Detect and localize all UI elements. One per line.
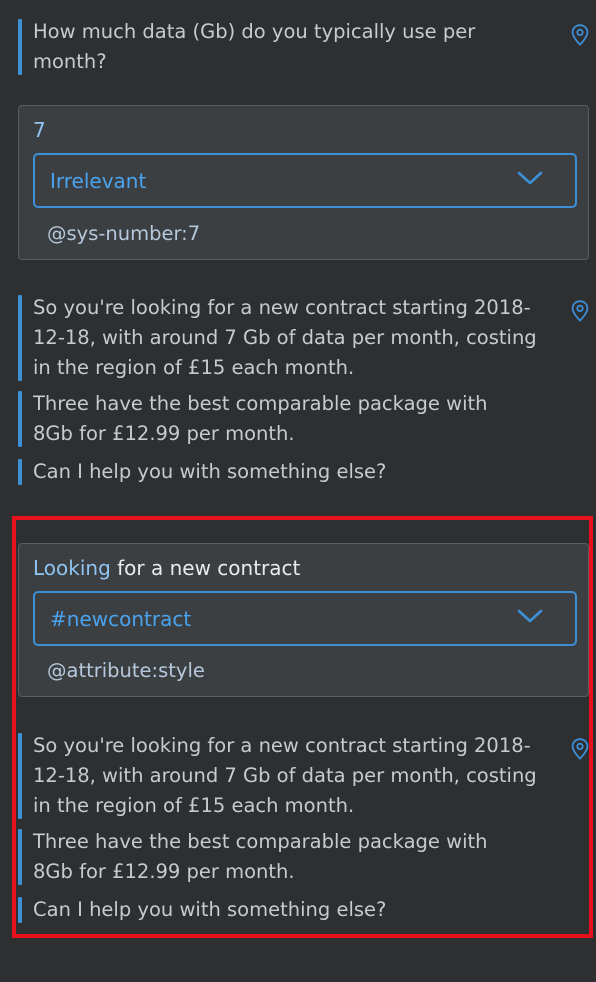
bot-message-summary: So you're looking for a new contract sta… bbox=[18, 293, 553, 383]
message-bar bbox=[18, 829, 22, 885]
location-pin-icon[interactable] bbox=[571, 300, 589, 322]
bot-message-summary: So you're looking for a new contract sta… bbox=[18, 731, 553, 821]
chevron-down-icon[interactable] bbox=[517, 170, 543, 186]
input-rest: for a new contract bbox=[110, 556, 301, 580]
message-bar bbox=[18, 459, 22, 485]
message-text: Can I help you with something else? bbox=[33, 460, 387, 483]
message-bar bbox=[18, 295, 22, 381]
chat-log: How much data (Gb) do you typically use … bbox=[0, 0, 596, 982]
user-input-text: 7 bbox=[33, 118, 46, 142]
user-input-text: Looking for a new contract bbox=[33, 554, 300, 582]
highlighted-word[interactable]: Looking bbox=[33, 556, 111, 580]
entity-label[interactable]: @sys-number:7 bbox=[47, 220, 200, 248]
bot-message-help: Can I help you with something else? bbox=[18, 895, 553, 925]
message-bar bbox=[18, 897, 22, 923]
message-text: Three have the best comparable package w… bbox=[33, 830, 488, 883]
entity-label[interactable]: @attribute:style bbox=[47, 657, 205, 685]
bot-message-offer: Three have the best comparable package w… bbox=[18, 389, 523, 449]
intent-value: #newcontract bbox=[50, 607, 192, 631]
message-bar bbox=[18, 391, 22, 447]
message-text: How much data (Gb) do you typically use … bbox=[33, 20, 476, 73]
user-input-card: 7 Irrelevant @sys-number:7 bbox=[18, 105, 589, 260]
chevron-down-icon[interactable] bbox=[517, 608, 543, 624]
message-text: Can I help you with something else? bbox=[33, 898, 387, 921]
location-pin-icon[interactable] bbox=[571, 738, 589, 760]
location-pin-icon[interactable] bbox=[571, 24, 589, 46]
message-bar bbox=[18, 19, 22, 75]
message-text: So you're looking for a new contract sta… bbox=[33, 296, 537, 379]
message-bar bbox=[18, 733, 22, 819]
user-input-card: Looking for a new contract #newcontract … bbox=[18, 543, 589, 697]
message-text: So you're looking for a new contract sta… bbox=[33, 734, 537, 817]
bot-message-data-question: How much data (Gb) do you typically use … bbox=[18, 17, 553, 77]
intent-select[interactable]: Irrelevant bbox=[33, 153, 577, 208]
bot-message-offer: Three have the best comparable package w… bbox=[18, 827, 523, 887]
message-text: Three have the best comparable package w… bbox=[33, 392, 488, 445]
intent-value: Irrelevant bbox=[50, 169, 147, 193]
intent-select[interactable]: #newcontract bbox=[33, 591, 577, 646]
bot-message-help: Can I help you with something else? bbox=[18, 457, 553, 487]
